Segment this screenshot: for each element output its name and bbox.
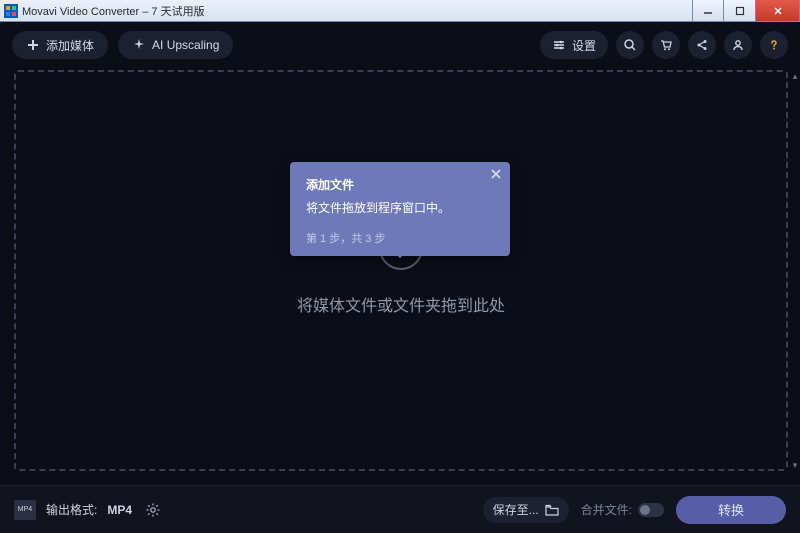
- merge-files-label: 合并文件:: [581, 501, 632, 518]
- folder-icon: [545, 504, 559, 516]
- close-icon: [490, 168, 502, 180]
- window-maximize-button[interactable]: [724, 0, 756, 21]
- tooltip-body: 将文件拖放到程序窗口中。: [306, 199, 494, 216]
- merge-files-toggle[interactable]: [638, 503, 664, 517]
- help-button[interactable]: [760, 31, 788, 59]
- scroll-down-icon: ▾: [790, 459, 800, 471]
- tooltip-step: 第 1 步，共 3 步: [306, 230, 494, 246]
- convert-label: 转换: [718, 500, 744, 519]
- bottom-bar: MP4 输出格式: MP4 保存至... 合并文件: 转换: [0, 485, 800, 533]
- toolbar: 添加媒体 AI Upscaling 设置: [0, 22, 800, 68]
- cart-icon: [659, 38, 673, 52]
- merge-files-control: 合并文件:: [581, 501, 664, 518]
- account-button[interactable]: [724, 31, 752, 59]
- tooltip-close-button[interactable]: [490, 168, 502, 180]
- tooltip-title: 添加文件: [306, 176, 494, 193]
- output-format-label: 输出格式:: [46, 501, 97, 518]
- vertical-scrollbar[interactable]: ▴ ▾: [790, 70, 800, 471]
- save-to-label: 保存至...: [493, 501, 539, 518]
- plus-icon: [26, 38, 40, 52]
- output-format-value[interactable]: MP4: [107, 503, 132, 517]
- drop-zone-instruction: 将媒体文件或文件夹拖到此处: [297, 292, 505, 316]
- window-controls: [692, 0, 800, 21]
- window-close-button[interactable]: [756, 0, 800, 21]
- add-media-label: 添加媒体: [46, 37, 94, 54]
- settings-button[interactable]: 设置: [540, 31, 608, 59]
- share-button[interactable]: [688, 31, 716, 59]
- settings-lines-icon: [552, 38, 566, 52]
- cart-button[interactable]: [652, 31, 680, 59]
- ai-upscaling-button[interactable]: AI Upscaling: [118, 31, 233, 59]
- help-icon: [767, 38, 781, 52]
- add-media-button[interactable]: 添加媒体: [12, 31, 108, 59]
- onboarding-tooltip: 添加文件 将文件拖放到程序窗口中。 第 1 步，共 3 步: [290, 162, 510, 256]
- format-settings-button[interactable]: [142, 499, 164, 521]
- person-icon: [731, 38, 745, 52]
- convert-button[interactable]: 转换: [676, 496, 786, 524]
- window-titlebar: Movavi Video Converter – 7 天试用版: [0, 0, 800, 22]
- drop-zone[interactable]: 将媒体文件或文件夹拖到此处: [14, 70, 788, 471]
- sparkle-icon: [132, 38, 146, 52]
- share-icon: [695, 38, 709, 52]
- scroll-up-icon: ▴: [790, 70, 800, 82]
- app-icon: [4, 4, 18, 18]
- search-icon: [623, 38, 637, 52]
- format-badge: MP4: [14, 500, 36, 520]
- settings-label: 设置: [572, 37, 596, 54]
- window-title: Movavi Video Converter – 7 天试用版: [22, 3, 205, 19]
- ai-upscaling-label: AI Upscaling: [152, 38, 219, 52]
- save-to-button[interactable]: 保存至...: [483, 497, 569, 523]
- window-minimize-button[interactable]: [692, 0, 724, 21]
- search-button[interactable]: [616, 31, 644, 59]
- gear-icon: [145, 502, 161, 518]
